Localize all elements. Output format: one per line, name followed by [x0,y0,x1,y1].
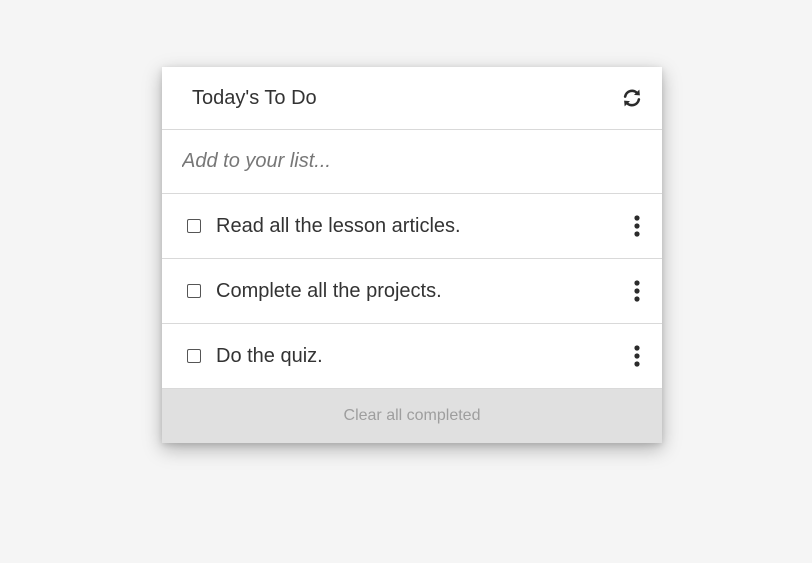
todo-checkbox[interactable] [187,219,201,233]
add-todo-input[interactable] [182,150,642,173]
todo-menu-button[interactable] [630,344,644,368]
todo-menu-button[interactable] [630,214,644,238]
todo-text: Do the quiz. [216,344,323,367]
todo-text: Complete all the projects. [216,279,442,302]
todo-card: Today's To Do Read all the lesson articl… [162,67,662,443]
refresh-button[interactable] [621,87,643,109]
page-title: Today's To Do [192,86,317,109]
clear-completed-button[interactable]: Clear all completed [162,389,662,443]
more-vertical-icon [634,280,640,302]
todo-checkbox[interactable] [187,349,201,363]
todo-item: Complete all the projects. [162,259,662,324]
todo-checkbox[interactable] [187,284,201,298]
more-vertical-icon [634,215,640,237]
todo-menu-button[interactable] [630,279,644,303]
todo-text: Read all the lesson articles. [216,214,461,237]
more-vertical-icon [634,345,640,367]
refresh-icon [623,89,641,107]
add-row [162,130,662,194]
todo-header: Today's To Do [162,67,662,130]
todo-item: Read all the lesson articles. [162,194,662,259]
todo-item: Do the quiz. [162,324,662,389]
